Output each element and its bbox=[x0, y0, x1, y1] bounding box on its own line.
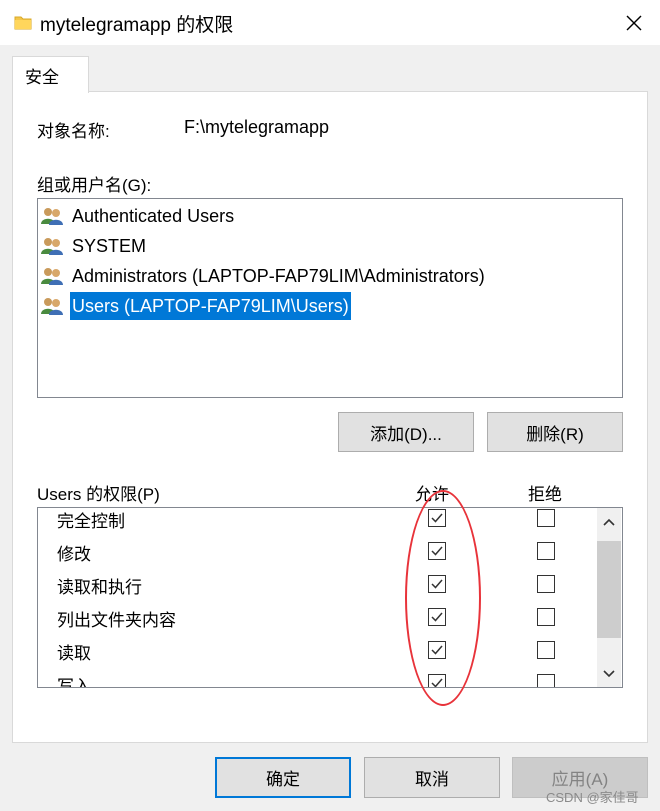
permission-row: 写入 bbox=[38, 666, 598, 688]
permission-name: 列出文件夹内容 bbox=[57, 611, 176, 630]
deny-checkbox[interactable] bbox=[537, 575, 555, 593]
users-group-icon bbox=[40, 266, 64, 286]
scroll-down-button[interactable] bbox=[597, 660, 621, 688]
object-name-value: F:\mytelegramapp bbox=[184, 117, 330, 137]
users-group-icon bbox=[40, 206, 64, 226]
permission-row: 列出文件夹内容 bbox=[38, 600, 598, 633]
group-list-item[interactable]: Users (LAPTOP-FAP79LIM\Users) bbox=[40, 291, 351, 321]
group-name: SYSTEM bbox=[72, 236, 147, 256]
permission-row: 完全控制 bbox=[38, 508, 598, 534]
permission-name: 修改 bbox=[57, 545, 91, 564]
permissions-label: Users 的权限(P) bbox=[37, 485, 160, 504]
permission-name: 读取 bbox=[57, 644, 91, 663]
add-button[interactable]: 添加(D)... bbox=[338, 412, 474, 452]
cancel-button[interactable]: 取消 bbox=[364, 757, 500, 798]
group-list-item[interactable]: SYSTEM bbox=[40, 231, 148, 261]
chevron-down-icon bbox=[603, 670, 615, 678]
group-name: Authenticated Users bbox=[72, 206, 235, 226]
scrollbar-thumb[interactable] bbox=[597, 541, 621, 638]
watermark: CSDN @家佳哥 bbox=[546, 790, 639, 805]
groups-list[interactable]: Authenticated Users SYSTEM Administrators … bbox=[37, 198, 623, 398]
allow-checkbox[interactable] bbox=[428, 608, 446, 626]
allow-checkbox[interactable] bbox=[428, 542, 446, 560]
permission-name: 写入 bbox=[57, 677, 91, 688]
users-group-icon bbox=[40, 236, 64, 256]
users-group-icon bbox=[40, 296, 64, 316]
deny-checkbox[interactable] bbox=[537, 608, 555, 626]
permission-row: 读取 bbox=[38, 633, 598, 666]
object-name-label: 对象名称: bbox=[37, 122, 110, 141]
scroll-up-button[interactable] bbox=[597, 508, 621, 536]
chevron-up-icon bbox=[603, 518, 615, 526]
deny-checkbox[interactable] bbox=[537, 509, 555, 527]
ok-button[interactable]: 确定 bbox=[215, 757, 351, 798]
group-name: Administrators (LAPTOP-FAP79LIM\Administ… bbox=[72, 266, 485, 286]
remove-button[interactable]: 删除(R) bbox=[487, 412, 623, 452]
group-list-item[interactable]: Administrators (LAPTOP-FAP79LIM\Administ… bbox=[40, 261, 487, 291]
allow-header: 允许 bbox=[415, 485, 449, 504]
deny-checkbox[interactable] bbox=[537, 542, 555, 560]
group-list-item[interactable]: Authenticated Users bbox=[40, 201, 236, 231]
tab-label: 安全 bbox=[25, 68, 59, 87]
permission-name: 读取和执行 bbox=[57, 578, 142, 597]
groups-label: 组或用户名(G): bbox=[37, 176, 152, 195]
allow-checkbox[interactable] bbox=[428, 641, 446, 659]
permission-name: 完全控制 bbox=[57, 512, 125, 531]
window-title: mytelegramapp 的权限 bbox=[40, 15, 234, 36]
deny-header: 拒绝 bbox=[528, 485, 562, 504]
close-button[interactable] bbox=[614, 6, 654, 40]
allow-checkbox[interactable] bbox=[428, 509, 446, 527]
allow-checkbox[interactable] bbox=[428, 674, 446, 687]
tab-security[interactable]: 安全 bbox=[12, 56, 89, 93]
allow-checkbox[interactable] bbox=[428, 575, 446, 593]
permissions-list[interactable]: 完全控制修改读取和执行列出文件夹内容 读取写入 bbox=[37, 507, 623, 688]
deny-checkbox[interactable] bbox=[537, 674, 555, 687]
permission-row: 读取和执行 bbox=[38, 567, 598, 600]
folder-icon bbox=[14, 14, 32, 30]
permission-row: 修改 bbox=[38, 534, 598, 567]
close-icon bbox=[626, 15, 642, 31]
deny-checkbox[interactable] bbox=[537, 641, 555, 659]
group-name: Users (LAPTOP-FAP79LIM\Users) bbox=[70, 292, 351, 320]
